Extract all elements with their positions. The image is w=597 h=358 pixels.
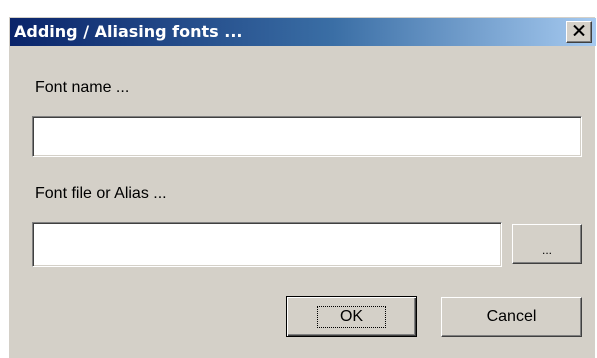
title-bar[interactable]: Adding / Aliasing fonts ... [10,18,596,46]
dialog-title: Adding / Aliasing fonts ... [14,22,243,41]
font-name-input[interactable] [32,116,582,157]
browse-button[interactable]: ... [512,224,582,264]
add-alias-font-dialog: Adding / Aliasing fonts ... Font name ..… [9,17,596,358]
browse-button-label: ... [541,243,552,257]
font-file-label: Font file or Alias ... [35,185,167,202]
cancel-button-label: Cancel [486,308,537,325]
font-file-input[interactable] [32,222,502,267]
close-button[interactable] [566,21,592,43]
font-name-label: Font name ... [35,79,130,96]
ok-button-label: OK [316,305,387,328]
ok-button[interactable]: OK [286,296,417,337]
cancel-button[interactable]: Cancel [441,297,582,337]
close-icon [573,23,585,41]
